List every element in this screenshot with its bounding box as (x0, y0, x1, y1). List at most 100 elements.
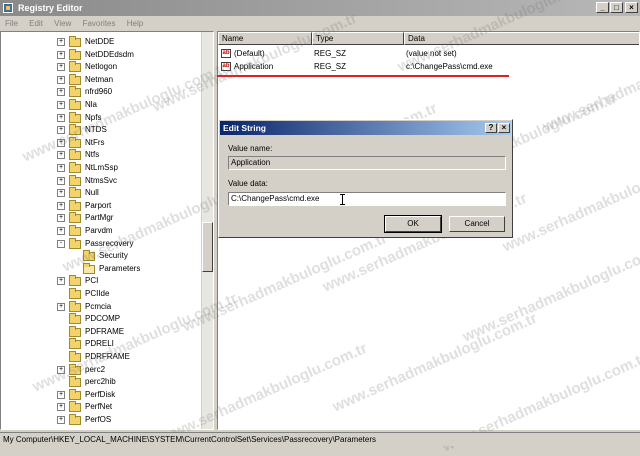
tree-item[interactable]: + NetDDEdsdm (1, 48, 201, 61)
column-type[interactable]: Type (312, 32, 404, 45)
tree-item[interactable]: + NetDDE (1, 36, 201, 48)
tree-item[interactable]: + Null (1, 187, 201, 199)
expand-icon[interactable]: + (57, 88, 65, 97)
maximize-button[interactable]: □ (610, 2, 623, 13)
column-data[interactable]: Data (404, 32, 639, 45)
ok-button[interactable]: OK (384, 215, 442, 233)
folder-icon (69, 48, 81, 60)
folder-icon (69, 338, 81, 350)
expand-icon[interactable]: + (57, 164, 65, 172)
expand-icon[interactable]: + (57, 63, 65, 72)
tree-item[interactable]: + PerfDisk (1, 388, 201, 401)
tree-item[interactable]: + PCI (1, 275, 201, 287)
list-row[interactable]: ab (Default) REG_SZ (value not set) (218, 47, 639, 60)
tree-item-label: NtLmSsp (85, 163, 118, 172)
tree-item[interactable]: + perc2 (1, 363, 201, 376)
tree-item-label: Null (85, 188, 99, 198)
tree-item[interactable]: PDRFRAME (1, 351, 201, 363)
folder-icon (69, 414, 81, 425)
edit-string-dialog[interactable]: Edit String ? × Value name: Application … (218, 119, 513, 238)
tree-item[interactable]: + nfrd960 (1, 86, 201, 98)
tree-item[interactable]: + Npfs (1, 111, 201, 124)
tree-item-label: Ntfs (85, 150, 100, 160)
expand-icon[interactable]: + (57, 176, 65, 185)
tree-item[interactable]: + NtmsSvc (1, 174, 201, 187)
tree-item[interactable]: PDCOMP (1, 313, 201, 325)
dialog-close-button[interactable]: × (498, 123, 510, 133)
expand-icon[interactable]: + (57, 50, 65, 59)
expand-icon[interactable]: + (57, 75, 65, 84)
expand-icon[interactable]: + (57, 365, 65, 374)
tree-item[interactable]: perc2hib (1, 376, 201, 388)
dialog-title-bar[interactable]: Edit String ? × (220, 121, 511, 135)
expand-icon[interactable]: + (57, 151, 65, 160)
tree-item[interactable]: + Ntfs (1, 149, 201, 161)
tree-item-label: Parvdm (85, 226, 113, 235)
expand-icon[interactable]: + (57, 113, 65, 122)
minimize-button[interactable]: _ (596, 2, 609, 13)
window-title: Registry Editor (18, 3, 83, 13)
help-icon[interactable]: ? (485, 123, 497, 133)
value-data-input[interactable]: C:\ChangePass\cmd.exe (228, 192, 506, 206)
close-button[interactable]: × (625, 2, 638, 13)
folder-icon (69, 174, 81, 186)
tree-item[interactable]: PDRELI (1, 338, 201, 350)
expand-icon[interactable]: + (57, 138, 65, 147)
expand-icon[interactable]: + (57, 101, 65, 109)
folder-icon (69, 212, 81, 224)
expand-icon[interactable]: + (57, 277, 65, 286)
folder-icon (69, 363, 81, 375)
scrollbar-thumb[interactable] (202, 222, 213, 272)
tree-item-label: NtFrs (85, 137, 105, 147)
value-data-label: Value data: (228, 179, 268, 188)
expand-icon[interactable]: + (57, 38, 65, 46)
tree-item[interactable]: PCIIde (1, 288, 201, 300)
tree-item[interactable]: + PerfOS (1, 414, 201, 426)
tree-item-label: Parport (85, 200, 112, 210)
list-row[interactable]: ab Application REG_SZ c:\ChangePass\cmd.… (218, 60, 639, 73)
tree-item-label: Pcmcia (85, 301, 112, 311)
menu-view[interactable]: View (54, 19, 71, 28)
expand-icon[interactable]: + (57, 403, 65, 412)
expand-icon[interactable]: + (57, 416, 65, 424)
folder-icon (69, 86, 81, 98)
tree-item[interactable]: + NTDS (1, 124, 201, 136)
expand-icon[interactable]: + (57, 201, 65, 210)
expand-icon[interactable]: + (57, 390, 65, 399)
column-name[interactable]: Name (218, 32, 312, 45)
tree-item-label: PCIIde (85, 289, 110, 298)
tree-item[interactable]: + NtLmSsp (1, 162, 201, 174)
expand-icon[interactable]: + (57, 189, 65, 198)
collapse-icon[interactable]: - (57, 239, 65, 248)
tree-item[interactable]: - Passrecovery (1, 237, 201, 250)
menu-help[interactable]: Help (127, 19, 143, 28)
tree-item[interactable]: + Pcmcia (1, 300, 201, 313)
cancel-button[interactable]: Cancel (449, 216, 505, 232)
folder-icon (83, 262, 95, 274)
folder-icon (83, 250, 95, 262)
tree-item[interactable]: Parameters (1, 262, 201, 275)
tree-scrollbar[interactable] (201, 32, 213, 429)
expand-icon[interactable]: + (57, 227, 65, 235)
tree-item[interactable]: + NtFrs (1, 136, 201, 149)
expand-icon[interactable]: + (57, 302, 65, 311)
expand-icon[interactable]: + (57, 126, 65, 135)
tree-item[interactable]: + PerfNet (1, 401, 201, 413)
tree-item[interactable]: + Parvdm (1, 225, 201, 237)
tree-item[interactable]: Security (1, 250, 201, 262)
value-name-field: Application (228, 156, 506, 170)
folder-icon (69, 111, 81, 123)
folder-icon (69, 300, 81, 312)
window-title-bar[interactable]: Registry Editor _ □ × (0, 0, 640, 16)
registry-tree[interactable]: + NetDDE + NetDDEdsdm + Netlogon + Netman + nfrd9… (0, 31, 214, 430)
tree-item[interactable]: + Netlogon (1, 61, 201, 73)
expand-icon[interactable]: + (57, 214, 65, 223)
tree-item[interactable]: + Nla (1, 99, 201, 111)
tree-item[interactable]: + PartMgr (1, 212, 201, 224)
menu-edit[interactable]: Edit (29, 19, 43, 28)
tree-item[interactable]: PDFRAME (1, 325, 201, 338)
tree-item[interactable]: + Parport (1, 199, 201, 212)
menu-file[interactable]: File (5, 19, 18, 28)
menu-favorites[interactable]: Favorites (83, 19, 116, 28)
tree-item[interactable]: + Netman (1, 73, 201, 86)
